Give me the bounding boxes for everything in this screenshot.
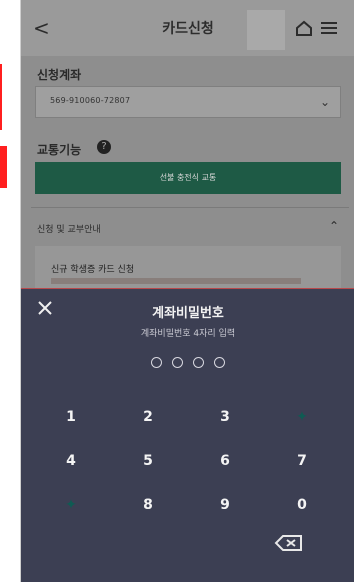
account-label: 신청계좌 bbox=[37, 68, 82, 82]
pin-dot bbox=[172, 357, 183, 368]
account-select[interactable]: 569-910060-72807 ⌄ bbox=[35, 86, 341, 118]
panel-blurred-text bbox=[51, 278, 301, 284]
divider bbox=[31, 207, 349, 208]
red-marker bbox=[0, 64, 2, 130]
key-1[interactable]: 1 bbox=[41, 403, 101, 431]
account-value: 569-910060-72807 bbox=[50, 96, 131, 105]
key-7[interactable]: 7 bbox=[272, 447, 332, 475]
key-9[interactable]: 9 bbox=[195, 491, 255, 519]
chevron-down-icon: ⌄ bbox=[319, 95, 330, 109]
blank-key-star-icon[interactable]: ✦ bbox=[41, 491, 101, 519]
key-8[interactable]: 8 bbox=[118, 491, 178, 519]
chevron-up-icon[interactable]: ⌃ bbox=[329, 219, 339, 233]
menu-icon[interactable] bbox=[320, 20, 338, 36]
transport-label: 교통기능 bbox=[37, 143, 82, 157]
key-6[interactable]: 6 bbox=[195, 447, 255, 475]
key-5[interactable]: 5 bbox=[118, 447, 178, 475]
help-icon[interactable]: ? bbox=[97, 140, 111, 154]
blank-key-star-icon[interactable]: ✦ bbox=[272, 403, 332, 431]
key-2[interactable]: 2 bbox=[118, 403, 178, 431]
key-3[interactable]: 3 bbox=[195, 403, 255, 431]
transport-button[interactable]: 선불 충전식 교통 bbox=[35, 162, 341, 194]
app-header: < 카드신청 bbox=[21, 0, 354, 56]
pin-dot bbox=[214, 357, 225, 368]
key-0[interactable]: 0 bbox=[272, 491, 332, 519]
sheet-title: 계좌비밀번호 bbox=[152, 306, 224, 321]
blurred-area bbox=[247, 10, 285, 50]
backspace-icon[interactable] bbox=[273, 533, 305, 553]
left-strip bbox=[0, 0, 20, 582]
pin-indicator bbox=[21, 353, 354, 372]
panel-title: 신규 학생증 카드 신청 bbox=[51, 265, 135, 275]
pin-dot bbox=[193, 357, 204, 368]
red-marker bbox=[0, 146, 7, 188]
key-4[interactable]: 4 bbox=[41, 447, 101, 475]
pin-dot bbox=[151, 357, 162, 368]
section-title: 신청 및 교부안내 bbox=[37, 225, 101, 235]
home-icon[interactable] bbox=[295, 19, 313, 37]
sheet-subtitle: 계좌비밀번호 4자리 입력 bbox=[140, 329, 236, 339]
info-panel: 신규 학생증 카드 신청 bbox=[35, 246, 341, 290]
phone-screen: < 카드신청 신청계좌 569-910060-72807 ⌄ 교통기능 ? 선불… bbox=[20, 0, 354, 582]
password-sheet: 계좌비밀번호 계좌비밀번호 4자리 입력 1 2 3 ✦ 4 5 6 7 ✦ 8… bbox=[21, 288, 354, 582]
